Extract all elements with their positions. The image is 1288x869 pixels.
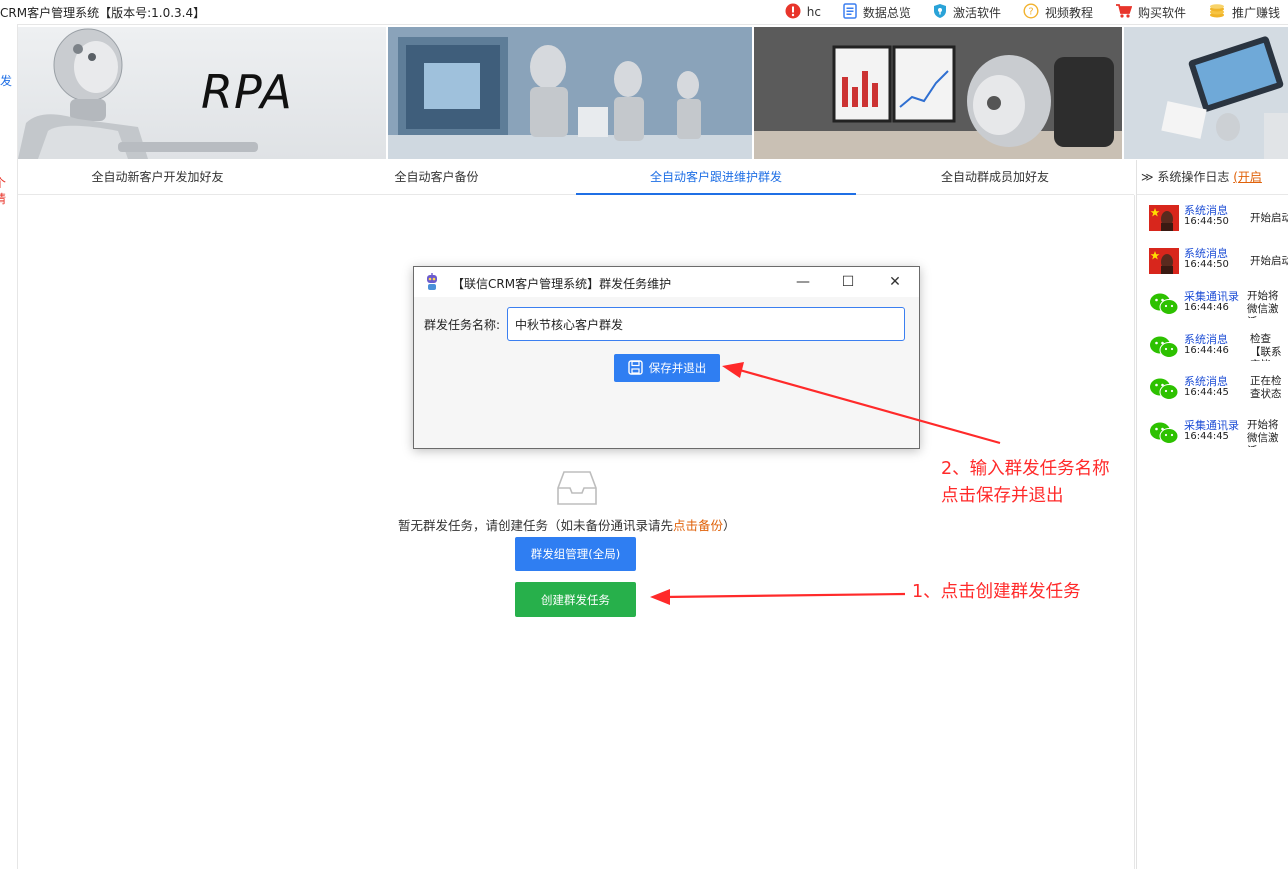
broadcast-task-dialog: 【联信CRM客户管理系统】群发任务维护 — ☐ ✕ 群发任务名称: 保存并退出 (413, 266, 920, 449)
user-alert-icon (785, 3, 801, 22)
log-entry: 采集通讯录 16:44:45 开始将微信激活 (1149, 417, 1288, 451)
tab-new-customer-add-friend[interactable]: 全自动新客户开发加好友 (18, 160, 297, 193)
dialog-title-bar: 【联信CRM客户管理系统】群发任务维护 — ☐ ✕ (414, 267, 919, 297)
wechat-icon (1149, 420, 1179, 446)
backup-link[interactable]: 点击备份 (673, 518, 723, 533)
log-header: ≫ 系统操作日志 (开启 (1137, 160, 1288, 195)
wechat-icon (1149, 376, 1179, 402)
banner: RPA (18, 27, 1288, 159)
group-manage-button[interactable]: 群发组管理(全局) (515, 537, 636, 571)
banner-panel-rpa: RPA (18, 27, 386, 159)
save-and-exit-button[interactable]: 保存并退出 (614, 354, 720, 382)
banner-rpa-text: RPA (201, 65, 293, 119)
nav-item-activate[interactable]: 激活软件 (933, 3, 1001, 22)
nav-item-video-tutorial[interactable]: ? 视频教程 (1023, 2, 1093, 22)
log-message: 开始启动 (1250, 212, 1288, 224)
annotation-step-1: 1、点击创建群发任务 (912, 582, 1081, 602)
task-name-label: 群发任务名称: (424, 318, 501, 332)
robot-app-icon (424, 273, 440, 294)
nav-label-user: hc (806, 5, 821, 19)
nav-label-data-overview: 数据总览 (862, 5, 911, 20)
log-time: 16:44:45 (1184, 431, 1229, 442)
wechat-icon (1149, 291, 1179, 317)
log-message: 开始将微信激活 (1247, 419, 1279, 447)
banner-panel-robots (388, 27, 752, 159)
robot-illustration-2 (388, 27, 752, 159)
create-broadcast-task-button[interactable]: 创建群发任务 (515, 582, 636, 617)
save-icon (628, 360, 643, 376)
coins-icon (1208, 3, 1226, 22)
nav-item-promote[interactable]: 推广赚钱 (1208, 3, 1280, 22)
banner-panel-desk (1124, 27, 1288, 159)
tab-group-member-add-friend[interactable]: 全自动群成员加好友 (856, 160, 1134, 193)
flag-avatar-icon (1149, 248, 1179, 274)
nav-label-activate: 激活软件 (952, 5, 1001, 20)
nav-item-user[interactable]: hc (785, 3, 821, 22)
annotation-step-2-line-1: 2、输入群发任务名称 (941, 459, 1110, 479)
log-entry: 系统消息 16:44:50 开始启动 (1149, 245, 1288, 279)
help-circle-icon: ? (1023, 2, 1039, 22)
log-entry: 系统消息 16:44:46 检查【联系完毕 (1149, 331, 1288, 365)
log-time: 16:44:50 (1184, 216, 1229, 227)
log-time: 16:44:45 (1184, 387, 1229, 398)
dialog-title: 【联信CRM客户管理系统】群发任务维护 (452, 277, 672, 291)
maximize-icon[interactable]: ☐ (837, 272, 859, 292)
left-fragment-3: 请 (0, 192, 7, 206)
app-title: CRM客户管理系统【版本号:1.0.3.4】 (0, 6, 206, 20)
document-icon (843, 2, 857, 22)
nav-label-promote: 推广赚钱 (1231, 5, 1280, 20)
log-message: 开始启动 (1250, 255, 1288, 267)
close-icon[interactable]: ✕ (884, 272, 906, 292)
svg-text:?: ? (1028, 6, 1033, 17)
log-message: 开始将微信激活 (1247, 290, 1279, 318)
log-time: 16:44:46 (1184, 345, 1229, 356)
function-tabs: 全自动新客户开发加好友 全自动客户备份 全自动客户跟进维护群发 全自动群成员加好… (18, 160, 1134, 195)
nav-label-buy: 购买软件 (1137, 5, 1186, 20)
flag-avatar-icon (1149, 205, 1179, 231)
minimize-icon[interactable]: — (792, 272, 814, 292)
empty-text-suffix: ） (723, 518, 736, 533)
log-toggle-link[interactable]: (开启 (1233, 170, 1262, 184)
system-log-panel: ≫ 系统操作日志 (开启 系统消息 16:44:50 开始启动 系统消息 16:… (1136, 160, 1288, 869)
log-header-title: ≫ 系统操作日志 (1141, 170, 1230, 184)
cart-icon (1115, 3, 1133, 22)
nav-item-data-overview[interactable]: 数据总览 (843, 2, 911, 22)
robot-illustration-3 (754, 27, 1122, 159)
left-fragment-2: 个 (0, 176, 7, 190)
log-entry: 采集通讯录 16:44:46 开始将微信激活 (1149, 288, 1288, 322)
nav-label-video-tutorial: 视频教程 (1044, 5, 1093, 20)
robot-illustration-4 (1124, 27, 1288, 159)
annotation-step-2-line-2: 点击保存并退出 (941, 486, 1064, 506)
tab-customer-followup-broadcast[interactable]: 全自动客户跟进维护群发 (576, 160, 856, 195)
wechat-icon (1149, 334, 1179, 360)
left-side-panel: 发 个 请 (0, 24, 18, 869)
log-time: 16:44:50 (1184, 259, 1229, 270)
log-time: 16:44:46 (1184, 302, 1229, 313)
nav-item-buy[interactable]: 购买软件 (1115, 3, 1186, 22)
log-entry: 系统消息 16:44:50 开始启动 (1149, 202, 1288, 236)
log-entry: 系统消息 16:44:45 正在检查状态 (1149, 373, 1288, 407)
left-fragment-1: 发 (0, 74, 13, 88)
shield-icon (933, 3, 947, 22)
empty-state-text: 暂无群发任务，请创建任务（如未备份通讯录请先点击备份） (398, 515, 736, 534)
title-bar: CRM客户管理系统【版本号:1.0.3.4】 hc 数据总览 激活软件 ? 视频… (0, 0, 1288, 25)
top-nav: hc 数据总览 激活软件 ? 视频教程 购买软件 推广赚钱 (763, 0, 1288, 24)
banner-panel-monitors (754, 27, 1122, 159)
empty-text-prefix: 暂无群发任务，请创建任务（如未备份通讯录请先 (398, 518, 674, 533)
log-message: 正在检查状态 (1250, 375, 1282, 400)
empty-inbox-icon (556, 470, 598, 509)
tab-customer-backup[interactable]: 全自动客户备份 (297, 160, 576, 193)
task-name-input[interactable] (507, 307, 905, 341)
save-button-label: 保存并退出 (648, 361, 707, 375)
log-message: 检查【联系完毕 (1250, 333, 1282, 361)
